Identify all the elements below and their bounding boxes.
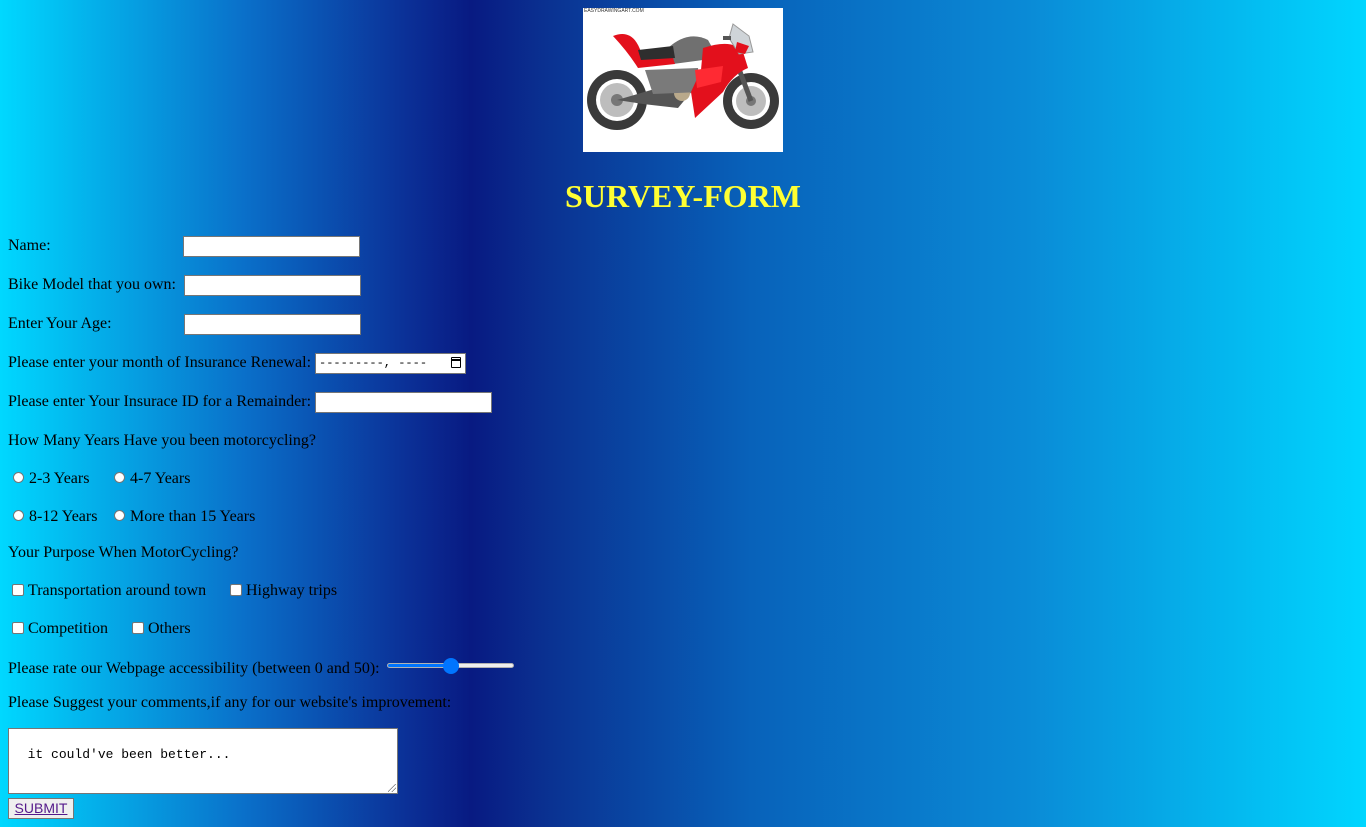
checkbox-others[interactable] [132, 622, 144, 634]
age-label: Enter Your Age: [8, 315, 112, 332]
page-title: SURVEY-FORM [565, 178, 801, 214]
rating-label: Please rate our Webpage accessibility (b… [8, 660, 380, 677]
rating-slider-thumb[interactable] [442, 658, 459, 674]
bike-model-input[interactable] [184, 275, 361, 296]
comments-label: Please Suggest your comments,if any for … [8, 694, 452, 711]
insurance-id-input[interactable] [315, 392, 492, 413]
resize-grip-icon[interactable] [388, 784, 396, 792]
age-input[interactable] [184, 314, 361, 335]
purpose-question: Your Purpose When MotorCycling? [8, 544, 239, 561]
radio-2-3-years[interactable] [13, 472, 24, 483]
radio-8-12-years[interactable] [13, 510, 24, 521]
checkbox-competition[interactable] [12, 622, 24, 634]
radio-15-plus-years[interactable] [114, 510, 125, 521]
years-question: How Many Years Have you been motorcyclin… [8, 432, 316, 449]
checkbox-transportation-label: Transportation around town [28, 582, 207, 599]
renewal-month-value: ---------, ---- [319, 356, 428, 370]
checkbox-transportation[interactable] [12, 584, 24, 596]
radio-4-7-years[interactable] [114, 472, 125, 483]
rating-slider-fill [388, 664, 452, 667]
radio-4-7-years-label: 4-7 Years [130, 470, 191, 487]
calendar-icon[interactable] [451, 357, 461, 368]
logo-credit: EASYDRAWINGART.COM [584, 8, 644, 14]
renewal-month-input[interactable]: ---------, ---- [315, 353, 466, 374]
insurance-id-label: Please enter Your Insurace ID for a Rema… [8, 393, 312, 410]
submit-button[interactable]: SUBMIT [8, 798, 74, 819]
bike-model-label: Bike Model that you own: [8, 276, 176, 293]
motorcycle-logo-image: EASYDRAWINGART.COM [583, 8, 783, 152]
checkbox-others-label: Others [148, 620, 191, 637]
radio-15-plus-years-label: More than 15 Years [130, 508, 256, 525]
renewal-month-label: Please enter your month of Insurance Ren… [8, 354, 312, 371]
checkbox-highway-trips[interactable] [230, 584, 242, 596]
name-input[interactable] [183, 236, 360, 257]
checkbox-highway-trips-label: Highway trips [246, 582, 338, 599]
radio-8-12-years-label: 8-12 Years [29, 508, 98, 525]
radio-2-3-years-label: 2-3 Years [29, 470, 90, 487]
motorcycle-icon [587, 23, 779, 130]
checkbox-competition-label: Competition [28, 620, 108, 637]
name-label: Name: [8, 237, 51, 254]
comments-textarea[interactable]: it could've been better... [8, 728, 398, 794]
comments-text: it could've been better... [27, 747, 231, 762]
